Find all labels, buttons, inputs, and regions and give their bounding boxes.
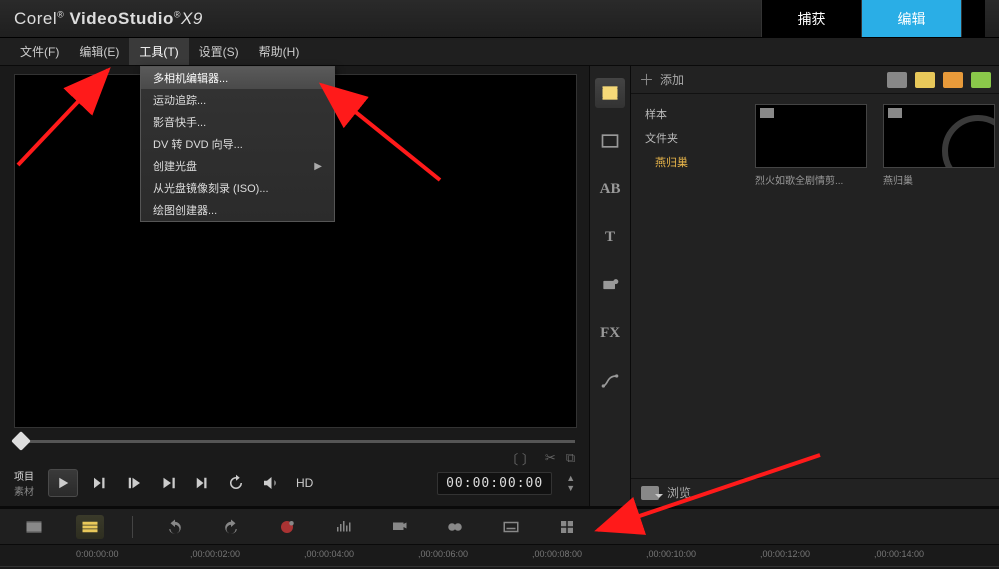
mark-in-icon[interactable]: 〔 〕 (505, 449, 535, 468)
ruler-tick: ,00:00:06:00 (418, 549, 468, 559)
timecode-display[interactable]: 00:00:00:00 (437, 472, 552, 495)
seek-bar[interactable] (14, 432, 575, 450)
instant-project-icon[interactable] (595, 126, 625, 156)
plus-icon: ＋ (639, 69, 654, 90)
path-tab-icon[interactable] (595, 366, 625, 396)
timecode-stepper[interactable]: ▲▼ (566, 473, 575, 493)
ruler-tick: ,00:00:14:00 (874, 549, 924, 559)
timeline-ruler[interactable]: 0:00:00:00 ,00:00:02:00 ,00:00:04:00 ,00… (0, 545, 999, 567)
thumbnail-item[interactable]: 燕归巢 (883, 104, 995, 187)
ruler-tick: ,00:00:10:00 (646, 549, 696, 559)
menu-item-create-disc[interactable]: 创建光盘▶ (141, 155, 334, 177)
title-tab-icon[interactable]: T (595, 222, 625, 252)
menu-item-multicam[interactable]: 多相机编辑器... (141, 67, 334, 89)
subtitle-button[interactable] (497, 515, 525, 539)
hd-label[interactable]: HD (296, 476, 313, 490)
tree-sample[interactable]: 样本 (631, 102, 751, 126)
storyboard-view-button[interactable] (20, 515, 48, 539)
version-text: X9 (181, 9, 203, 28)
film-icon (760, 108, 774, 118)
mode-tabs: 捕获 编辑 (761, 0, 985, 37)
menu-item-painting-creator[interactable]: 绘图创建器... (141, 199, 334, 221)
menu-item-dv-to-dvd[interactable]: DV 转 DVD 向导... (141, 133, 334, 155)
library-thumbnails: 烈火如歌全剧情剪... 燕归巢 (751, 94, 999, 478)
mixer-button[interactable] (329, 515, 357, 539)
menu-item-motion-tracking[interactable]: 运动追踪... (141, 89, 334, 111)
ruler-tick: 0:00:00:00 (76, 549, 119, 559)
undo-button[interactable] (161, 515, 189, 539)
tree-selected-folder[interactable]: 燕归巢 (631, 150, 751, 174)
library-pane: ＋ 添加 样本 文件夹 燕归巢 烈火如歌全剧情剪... (631, 66, 999, 506)
timeline-zone: 0:00:00:00 ,00:00:02:00 ,00:00:04:00 ,00… (0, 506, 999, 567)
menu-settings[interactable]: 设置(S) (189, 38, 249, 65)
folder-icon[interactable] (887, 72, 907, 88)
menu-help[interactable]: 帮助(H) (249, 38, 310, 65)
film-icon (888, 108, 902, 118)
thumbnail-item[interactable]: 烈火如歌全剧情剪... (755, 104, 867, 187)
submenu-arrow-icon: ▶ (314, 161, 322, 172)
menu-edit[interactable]: 编辑(E) (69, 38, 129, 65)
menu-item-burn-iso[interactable]: 从光盘镜像刻录 (ISO)... (141, 177, 334, 199)
filter-audio-icon[interactable] (971, 72, 991, 88)
mode-tab-edit[interactable]: 编辑 (861, 0, 961, 37)
timeline-toolbar (0, 509, 999, 545)
volume-button[interactable] (258, 471, 282, 495)
clip-mode-label[interactable]: 素材 (14, 483, 34, 498)
media-tab-icon[interactable] (595, 78, 625, 108)
title-bar: Corel® VideoStudio®X9 捕获 编辑 (0, 0, 999, 38)
browse-label[interactable]: 浏览 (667, 484, 691, 501)
redo-button[interactable] (217, 515, 245, 539)
track-motion-button[interactable] (441, 515, 469, 539)
transition-tab-icon[interactable]: AB (595, 174, 625, 204)
multicam-button[interactable] (553, 515, 581, 539)
thumbnail-label: 燕归巢 (883, 172, 995, 187)
thumbnail-label: 烈火如歌全剧情剪... (755, 172, 867, 187)
end-button[interactable] (190, 471, 214, 495)
menu-item-fastflick[interactable]: 影音快手... (141, 111, 334, 133)
mode-tab-capture[interactable]: 捕获 (761, 0, 861, 37)
home-button[interactable] (88, 471, 112, 495)
add-label: 添加 (660, 71, 684, 88)
ruler-tick: ,00:00:02:00 (190, 549, 240, 559)
project-mode-label[interactable]: 项目 (14, 468, 34, 483)
filter-tab-icon[interactable]: FX (595, 318, 625, 348)
ruler-tick: ,00:00:04:00 (304, 549, 354, 559)
menu-tools[interactable]: 工具(T) (129, 38, 188, 65)
next-frame-button[interactable] (156, 471, 180, 495)
library-tree: 样本 文件夹 燕归巢 (631, 94, 751, 478)
record-button[interactable] (273, 515, 301, 539)
seek-knob[interactable] (11, 431, 31, 451)
browse-icon[interactable] (641, 486, 659, 500)
app-logo: Corel® VideoStudio®X9 (14, 9, 203, 29)
auto-music-button[interactable] (385, 515, 413, 539)
play-button[interactable] (48, 469, 78, 497)
filter-photo-icon[interactable] (943, 72, 963, 88)
mode-tab-share-partial[interactable] (961, 0, 985, 37)
player-controls: 项目 素材 HD 00:00:00:00 ▲▼ (0, 466, 589, 506)
tree-folder[interactable]: 文件夹 (631, 126, 751, 150)
menu-file[interactable]: 文件(F) (10, 38, 69, 65)
prev-frame-button[interactable] (122, 471, 146, 495)
cut-icon[interactable]: ✂ (545, 450, 556, 466)
repeat-button[interactable] (224, 471, 248, 495)
library-category-bar: AB T FX (589, 66, 631, 506)
add-folder-button[interactable]: ＋ 添加 (639, 69, 684, 90)
filter-video-icon[interactable] (915, 72, 935, 88)
tools-dropdown: 多相机编辑器... 运动追踪... 影音快手... DV 转 DVD 向导...… (140, 66, 335, 222)
product-text: VideoStudio (70, 9, 174, 28)
menu-bar: 文件(F) 编辑(E) 工具(T) 设置(S) 帮助(H) (0, 38, 999, 66)
brand-text: Corel (14, 9, 57, 28)
ruler-tick: ,00:00:08:00 (532, 549, 582, 559)
timeline-view-button[interactable] (76, 515, 104, 539)
ruler-tick: ,00:00:12:00 (760, 549, 810, 559)
graphic-tab-icon[interactable] (595, 270, 625, 300)
snapshot-icon[interactable]: ⧉ (566, 450, 575, 466)
